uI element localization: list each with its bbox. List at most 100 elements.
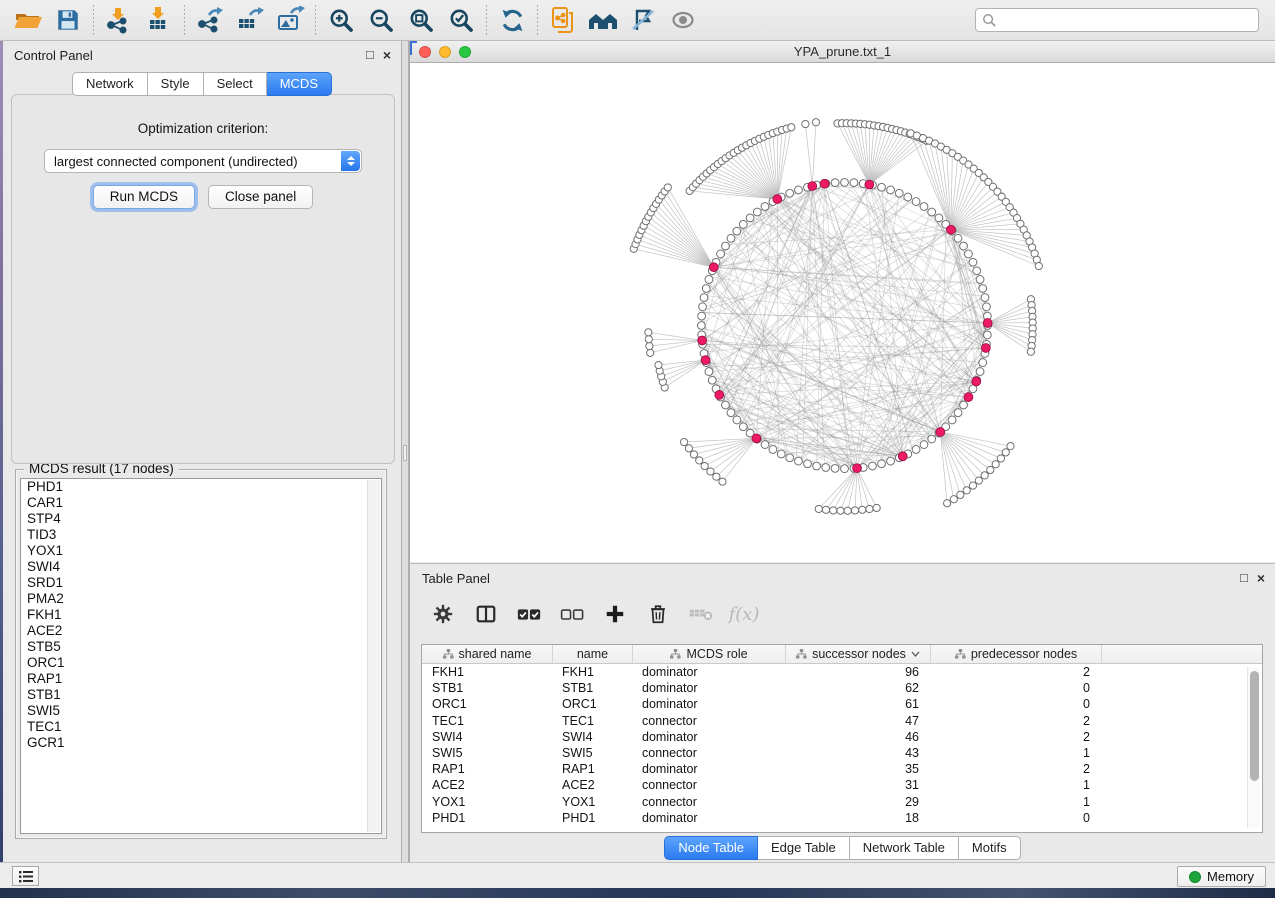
zoom-fit-button[interactable]: [401, 3, 441, 37]
mcds-result-item[interactable]: YOX1: [21, 543, 381, 559]
mcds-result-item[interactable]: CAR1: [21, 495, 381, 511]
zoom-in-button[interactable]: [321, 3, 361, 37]
table-scrollbar[interactable]: [1247, 667, 1260, 828]
zoom-selected-button[interactable]: [441, 3, 481, 37]
refresh-button[interactable]: [492, 3, 532, 37]
delete-column-button[interactable]: [645, 601, 671, 627]
table-row[interactable]: PHD1PHD1dominator180: [422, 810, 1262, 826]
export-table-button[interactable]: [230, 3, 270, 37]
import-table-button[interactable]: [139, 3, 179, 37]
table-scrollbar-thumb[interactable]: [1250, 671, 1259, 781]
zoom-selected-icon: [448, 7, 475, 34]
run-mcds-button[interactable]: Run MCDS: [93, 185, 195, 209]
cell-filler: [1102, 777, 1262, 793]
mcds-result-item[interactable]: PMA2: [21, 591, 381, 607]
select-all-button[interactable]: [516, 601, 542, 627]
window-zoom-light[interactable]: [459, 46, 471, 58]
window-minimize-light[interactable]: [439, 46, 451, 58]
tab-select[interactable]: Select: [204, 72, 267, 96]
import-table-icon: [144, 6, 174, 34]
table-row[interactable]: STB1STB1dominator620: [422, 680, 1262, 696]
table-row[interactable]: YOX1YOX1connector291: [422, 794, 1262, 810]
network-titlebar[interactable]: YPA_prune.txt_1: [410, 41, 1275, 63]
desktop-wallpaper-bottom: [0, 888, 1275, 898]
column-header-mcds-role[interactable]: MCDS role: [633, 645, 786, 664]
criterion-select[interactable]: largest connected component (undirected): [44, 149, 362, 173]
cell-mcds-role: connector: [633, 777, 786, 793]
column-header-predecessor-nodes[interactable]: predecessor nodes: [931, 645, 1102, 664]
settings-button[interactable]: [430, 601, 456, 627]
tab-node-table[interactable]: Node Table: [664, 836, 758, 860]
cell-mcds-role: dominator: [633, 729, 786, 745]
mcds-result-item[interactable]: TID3: [21, 527, 381, 543]
memory-button[interactable]: Memory: [1177, 866, 1266, 887]
show-hidden-button[interactable]: [663, 3, 703, 37]
import-network-button[interactable]: [99, 3, 139, 37]
export-image-button[interactable]: [270, 3, 310, 37]
cell-successor-nodes: 35: [786, 761, 931, 777]
mcds-result-item[interactable]: STP4: [21, 511, 381, 527]
add-column-button[interactable]: [602, 601, 628, 627]
mcds-result-item[interactable]: STB1: [21, 687, 381, 703]
save-session-button[interactable]: [48, 3, 88, 37]
column-header-name[interactable]: name: [553, 645, 633, 664]
tab-motifs[interactable]: Motifs: [959, 836, 1021, 860]
table-row[interactable]: SWI5SWI5connector431: [422, 745, 1262, 761]
mcds-result-item[interactable]: FKH1: [21, 607, 381, 623]
table-row[interactable]: FKH1FKH1dominator962: [422, 664, 1262, 680]
table-row[interactable]: RAP1RAP1dominator352: [422, 761, 1262, 777]
table-row[interactable]: ACE2ACE2connector311: [422, 777, 1262, 793]
open-file-button[interactable]: [8, 3, 48, 37]
mcds-result-item[interactable]: SWI4: [21, 559, 381, 575]
network-view-window: YPA_prune.txt_1: [409, 41, 1275, 563]
table-row[interactable]: ORC1ORC1dominator610: [422, 696, 1262, 712]
close-panel-icon[interactable]: ×: [383, 48, 391, 62]
column-header-shared-name[interactable]: shared name: [422, 645, 553, 664]
mcds-result-item[interactable]: ORC1: [21, 655, 381, 671]
table-row[interactable]: TEC1TEC1connector472: [422, 713, 1262, 729]
splitter-grip[interactable]: [403, 445, 407, 461]
tab-mcds[interactable]: MCDS: [267, 72, 332, 96]
function-builder-button[interactable]: f(x): [731, 601, 757, 627]
network-graph[interactable]: [410, 63, 1275, 562]
close-panel-button[interactable]: Close panel: [208, 185, 313, 209]
network-canvas[interactable]: [410, 63, 1275, 562]
hide-annotations-button[interactable]: [623, 3, 663, 37]
tab-style[interactable]: Style: [148, 72, 204, 96]
mcds-result-item[interactable]: PHD1: [21, 479, 381, 495]
mcds-result-item[interactable]: SWI5: [21, 703, 381, 719]
share-network-button[interactable]: [543, 3, 583, 37]
deselect-all-button[interactable]: [559, 601, 585, 627]
task-history-button[interactable]: [12, 866, 39, 886]
vertical-splitter[interactable]: [401, 41, 409, 862]
table-row[interactable]: SWI4SWI4dominator462: [422, 729, 1262, 745]
export-network-button[interactable]: [190, 3, 230, 37]
float-panel-icon[interactable]: □: [366, 48, 374, 61]
mcds-result-item[interactable]: STB5: [21, 639, 381, 655]
mcds-result-item[interactable]: TEC1: [21, 719, 381, 735]
mcds-result-item[interactable]: GCR1: [21, 735, 381, 751]
cell-shared-name: STB1: [422, 680, 553, 696]
tab-edge-table[interactable]: Edge Table: [758, 836, 850, 860]
search-input[interactable]: [997, 12, 1252, 29]
close-panel-icon[interactable]: ×: [1257, 571, 1265, 585]
cell-name: RAP1: [553, 761, 633, 777]
float-panel-icon[interactable]: □: [1240, 571, 1248, 584]
zoom-out-button[interactable]: [361, 3, 401, 37]
mcds-result-list[interactable]: PHD1CAR1STP4TID3YOX1SWI4SRD1PMA2FKH1ACE2…: [20, 478, 382, 834]
mcds-list-scrollbar[interactable]: [367, 480, 380, 832]
mcds-result-item[interactable]: SRD1: [21, 575, 381, 591]
cell-successor-nodes: 46: [786, 729, 931, 745]
column-header-successor-nodes[interactable]: successor nodes: [786, 645, 931, 664]
search-box[interactable]: [975, 8, 1259, 32]
window-close-light[interactable]: [419, 46, 431, 58]
refresh-icon: [499, 7, 526, 34]
mcds-result-item[interactable]: RAP1: [21, 671, 381, 687]
cell-name: ACE2: [553, 777, 633, 793]
delete-table-button[interactable]: [688, 601, 714, 627]
tab-network-table[interactable]: Network Table: [850, 836, 959, 860]
split-columns-button[interactable]: [473, 601, 499, 627]
mcds-result-item[interactable]: ACE2: [21, 623, 381, 639]
new-network-home-button[interactable]: [583, 3, 623, 37]
tab-network[interactable]: Network: [72, 72, 148, 96]
